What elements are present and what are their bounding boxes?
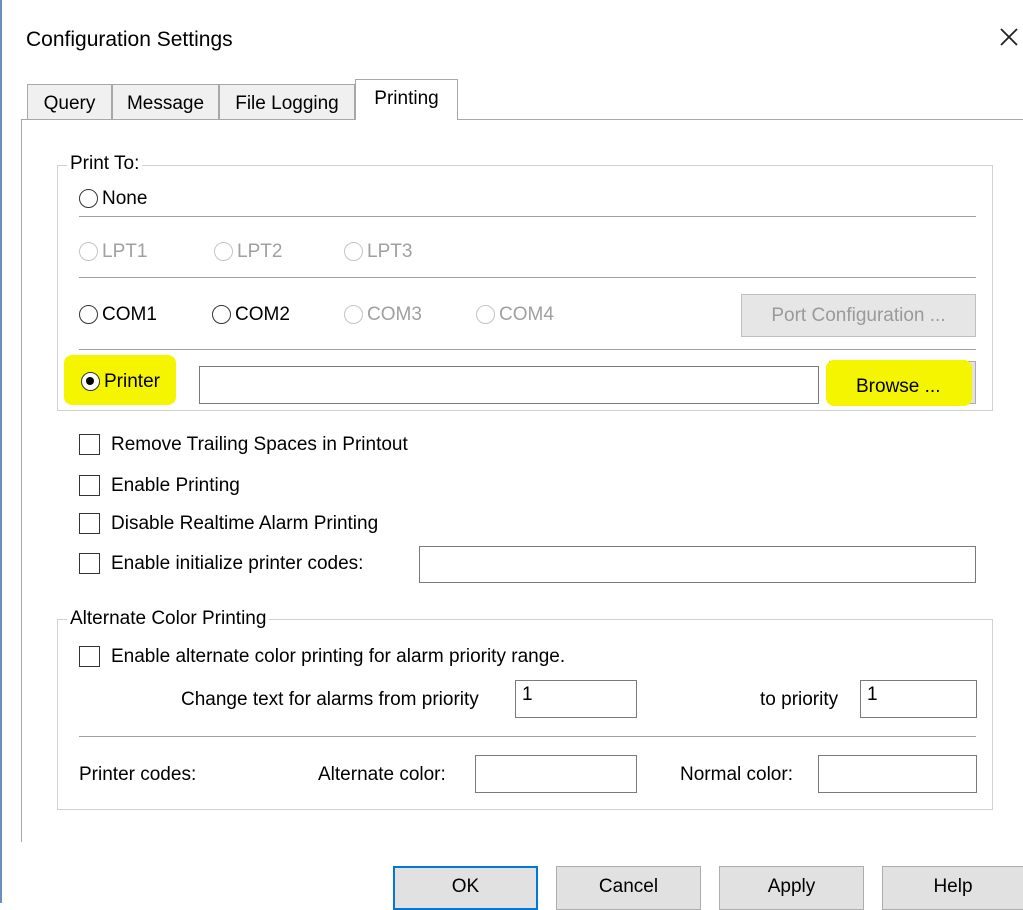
port-configuration-button: Port Configuration ...	[741, 294, 976, 337]
enable-printing-checkbox[interactable]	[79, 475, 100, 496]
radio-com3-label: COM3	[367, 304, 422, 325]
radio-com1-label: COM1	[102, 304, 157, 325]
radio-printer[interactable]	[81, 372, 100, 391]
radio-none-label: None	[102, 188, 148, 209]
separator	[79, 277, 976, 278]
radio-com4-label: COM4	[499, 304, 554, 325]
init-codes-checkbox[interactable]	[79, 553, 100, 574]
separator	[79, 216, 976, 217]
radio-lpt1-label: LPT1	[102, 241, 148, 262]
separator	[79, 736, 976, 737]
remove-trailing-label: Remove Trailing Spaces in Printout	[111, 434, 408, 455]
print-to-label: Print To:	[67, 153, 143, 175]
radio-lpt3-label: LPT3	[367, 241, 413, 262]
radio-lpt2-label: LPT2	[237, 241, 283, 262]
to-priority-label: to priority	[760, 689, 839, 710]
from-priority-label: Change text for alarms from priority	[181, 689, 479, 710]
close-icon	[1000, 28, 1018, 46]
disable-realtime-checkbox[interactable]	[79, 513, 100, 534]
dialog-title: Configuration Settings	[26, 28, 233, 51]
alternate-color-field-label: Alternate color:	[318, 764, 446, 785]
alternate-color-input[interactable]	[475, 755, 637, 793]
radio-com2-label: COM2	[235, 304, 290, 325]
enable-alternate-checkbox[interactable]	[79, 646, 100, 667]
from-priority-input[interactable]: 1	[515, 680, 637, 718]
window-edge	[0, 0, 2, 903]
radio-printer-label: Printer	[104, 371, 160, 392]
apply-button[interactable]: Apply	[719, 866, 864, 910]
help-button[interactable]: Help	[882, 866, 1023, 910]
normal-color-input[interactable]	[818, 755, 977, 793]
tab-query[interactable]: Query	[27, 84, 112, 119]
separator	[79, 349, 976, 350]
radio-none[interactable]	[79, 189, 98, 208]
tab-file-logging[interactable]: File Logging	[219, 84, 355, 119]
radio-com1[interactable]	[79, 305, 98, 324]
remove-trailing-checkbox[interactable]	[79, 434, 100, 455]
radio-lpt1	[79, 242, 98, 261]
tab-message[interactable]: Message	[112, 84, 219, 119]
init-codes-input[interactable]	[419, 546, 976, 583]
radio-lpt3	[344, 242, 363, 261]
tab-strip-border	[21, 119, 1023, 120]
alternate-color-label: Alternate Color Printing	[67, 608, 270, 630]
printer-codes-label: Printer codes:	[79, 764, 197, 785]
enable-printing-label: Enable Printing	[111, 475, 240, 496]
enable-alternate-label: Enable alternate color printing for alar…	[111, 646, 566, 667]
ok-button[interactable]: OK	[393, 866, 538, 910]
close-button[interactable]	[996, 24, 1022, 50]
disable-realtime-label: Disable Realtime Alarm Printing	[111, 513, 379, 534]
cancel-button[interactable]: Cancel	[556, 866, 701, 910]
to-priority-input[interactable]: 1	[860, 680, 977, 718]
printer-path-input[interactable]	[199, 366, 819, 404]
radio-com3	[344, 305, 363, 324]
browse-button-label: Browse ...	[856, 376, 941, 397]
radio-lpt2	[214, 242, 233, 261]
radio-com4	[476, 305, 495, 324]
radio-printer-dot	[86, 377, 94, 385]
tab-printing[interactable]: Printing	[355, 79, 458, 120]
init-codes-label: Enable initialize printer codes:	[111, 553, 364, 574]
radio-com2[interactable]	[212, 305, 231, 324]
normal-color-field-label: Normal color:	[680, 764, 793, 785]
